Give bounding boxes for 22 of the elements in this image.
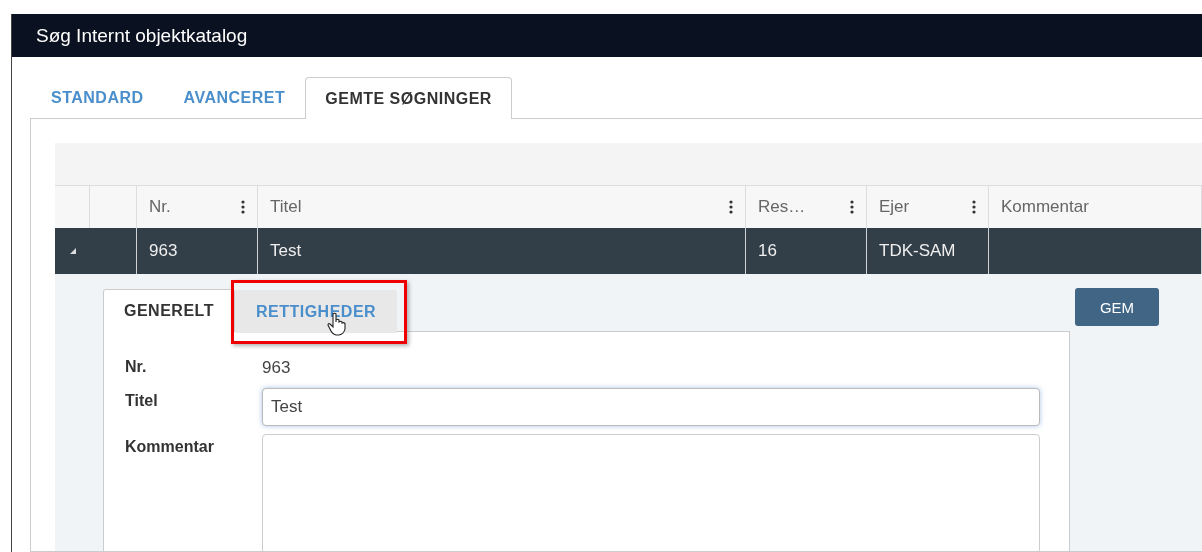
field-label: Kommentar [125, 437, 215, 456]
table-cell: 963 [149, 241, 178, 261]
grid-row[interactable]: 963 Test 16 TDK-SAM [55, 228, 1202, 274]
save-button[interactable]: GEM [1075, 288, 1159, 326]
field-label: Titel [125, 391, 159, 410]
expanded-icon[interactable] [68, 247, 77, 255]
textarea-field[interactable] [262, 434, 1040, 551]
column-menu-icon[interactable] [850, 200, 854, 214]
field-value: 963 [262, 357, 291, 378]
column-menu-icon[interactable] [972, 200, 976, 214]
tab[interactable]: AVANCERET [163, 76, 306, 118]
field-label: Nr. [125, 357, 148, 376]
table-cell: Test [270, 241, 302, 261]
tab[interactable]: STANDARD [31, 76, 164, 118]
window-title: Søg Internt objektkatalog [36, 24, 248, 47]
tab[interactable]: GEMTE SØGNINGER [305, 77, 512, 119]
tab[interactable]: RETTIGHEDER [234, 290, 398, 333]
table-cell: 16 [758, 241, 777, 261]
input-field[interactable]: Test [262, 388, 1040, 426]
column-menu-icon[interactable] [729, 200, 733, 214]
table-cell: TDK-SAM [879, 241, 956, 261]
column-menu-icon[interactable] [241, 200, 245, 214]
